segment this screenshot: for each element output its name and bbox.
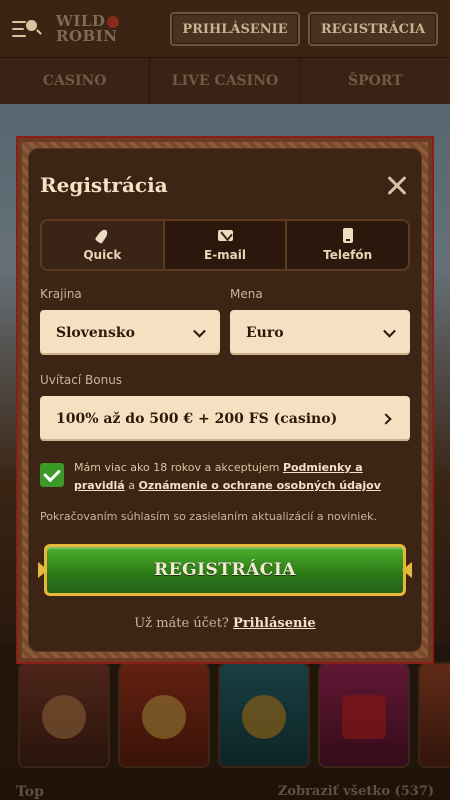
rocket-icon <box>94 227 110 244</box>
login-button[interactable]: PRIHLÁSENIE <box>170 12 300 46</box>
main-nav: CASINO LIVE CASINO ŠPORT <box>0 58 450 104</box>
register-button[interactable]: REGISTRÁCIA <box>308 12 438 46</box>
tab-phone[interactable]: Telefón <box>285 221 408 269</box>
bonus-select[interactable]: 100% až do 500 € + 200 FS (casino) <box>40 396 410 441</box>
tab-quick[interactable]: Quick <box>42 221 163 269</box>
consent-checkbox[interactable] <box>40 463 64 487</box>
currency-value: Euro <box>246 324 284 341</box>
top-header: WILD ROBIN PRIHLÁSENIE REGISTRÁCIA <box>0 0 450 58</box>
currency-select[interactable]: Euro <box>230 310 410 355</box>
country-label: Krajina <box>40 287 82 301</box>
modal-title: Registrácia <box>40 173 168 197</box>
chevron-right-icon <box>380 412 392 425</box>
country-value: Slovensko <box>56 324 135 341</box>
currency-label: Mena <box>230 287 263 301</box>
tab-email[interactable]: E-mail <box>162 221 286 269</box>
privacy-link[interactable]: Oznámenie o ochrane osobných údajov <box>138 479 380 492</box>
close-icon[interactable] <box>384 172 410 198</box>
tab-label: Quick <box>83 247 122 262</box>
country-select[interactable]: Slovensko <box>40 310 220 355</box>
chevron-down-icon <box>193 324 206 338</box>
envelope-icon <box>217 229 233 243</box>
tab-label: Telefón <box>323 247 373 262</box>
menu-search-icon[interactable] <box>12 17 42 41</box>
tab-label: E-mail <box>204 247 247 262</box>
submit-wrapper: REGISTRÁCIA <box>38 542 412 598</box>
login-prompt: Už máte účet? Prihlásenie <box>134 616 316 631</box>
apple-icon <box>107 15 120 28</box>
login-link[interactable]: Prihlásenie <box>233 616 316 631</box>
consent-text: Mám viac ako 18 rokov a akceptujem Podmi… <box>74 461 381 492</box>
submit-registration-button[interactable]: REGISTRÁCIA <box>44 544 406 596</box>
nav-casino[interactable]: CASINO <box>0 73 149 89</box>
ornament-icon <box>402 562 412 578</box>
nav-live-casino[interactable]: LIVE CASINO <box>150 73 299 89</box>
logo[interactable]: WILD ROBIN <box>56 10 141 48</box>
bonus-label: Uvítací Bonus <box>40 373 123 387</box>
registration-tabs: Quick E-mail Telefón <box>40 219 410 271</box>
chevron-down-icon <box>383 324 396 338</box>
phone-icon <box>340 228 356 243</box>
nav-sport[interactable]: ŠPORT <box>301 73 450 89</box>
bonus-value: 100% až do 500 € + 200 FS (casino) <box>56 410 338 427</box>
marketing-info: Pokračovaním súhlasím so zasielaním aktu… <box>40 510 377 523</box>
